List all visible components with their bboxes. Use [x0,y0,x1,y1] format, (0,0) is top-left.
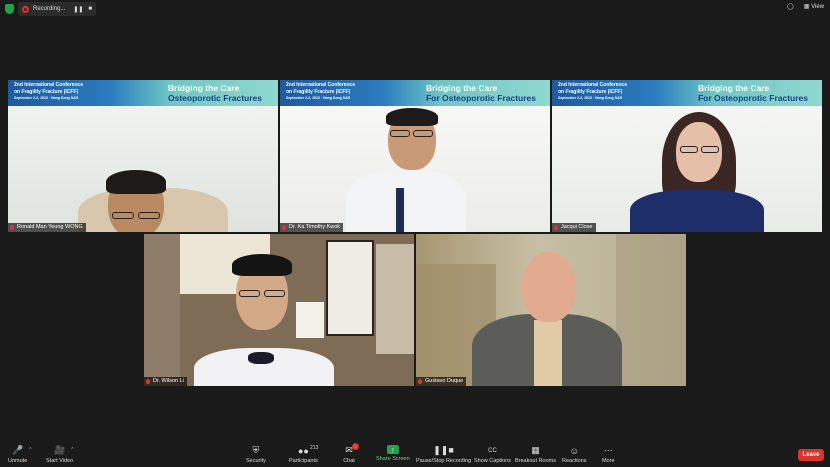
security-label: Security [246,458,266,464]
banner-conference-text: 2nd International Conference on Fragilit… [14,82,114,102]
banner-title: Bridging the Care For Osteoporotic Fract… [698,83,808,103]
participant-name-tag: Ronald Man Yeung WONG [8,223,86,232]
banner-title-line2: Osteoporotic Fractures [168,93,262,103]
view-label: View [811,4,824,10]
banner-conference-text: 2nd International Conference on Fragilit… [558,82,658,102]
participant-name: Jacqui Close [561,224,593,230]
meeting-toolbar: 🎤 ^ Unmute 🎥 ^ Start Video ⛨ Security ●● 21… [0,443,830,467]
chevron-up-icon[interactable]: ^ [29,447,31,453]
top-bar: Recording... ❚❚ ■ ◯ ▦ View [0,0,830,18]
conference-banner: 2nd International Conference on Fragilit… [280,80,550,106]
muted-microphone-icon: 🎤 ^ [12,445,32,455]
banner-conf-line3: September 2-3, 2023 · Hong Kong SAR [286,96,351,100]
muted-mic-icon [146,379,150,384]
banner-title-line1: Bridging the Care [425,83,498,93]
share-screen-button[interactable]: ↑ Share Screen [376,445,410,463]
chat-button[interactable]: ✉ 1 Chat [343,443,359,464]
breakout-rooms-icon: ▦ [531,445,540,455]
banner-title: Bridging the Care Osteoporotic Fractures [168,83,262,103]
share-screen-icon: ↑ [386,445,399,455]
conference-banner: 2nd International Conference on Fragilit… [8,80,278,106]
stop-recording-icon[interactable]: ■ [88,6,92,13]
banner-title-line2: For Osteoporotic Fractures [697,93,808,103]
banner-title-line1: Bridging the Care [697,83,770,93]
banner-conf-line3: September 2-3, 2023 · Hong Kong SAR [14,96,79,100]
breakout-rooms-label: Breakout Rooms [515,458,556,464]
chat-icon: ✉ 1 [343,443,359,456]
participant-name: Gustavo Duque [425,378,464,384]
reactions-button[interactable]: ☺ Reactions [562,445,587,465]
muted-mic-icon [282,225,286,230]
participant-name-tag: Dr. Wilson Li [144,377,187,386]
pause-stop-recording-button[interactable]: ❚❚■ Pause/Stop Recording [416,445,471,464]
participant-name: Ronald Man Yeung WONG [17,224,83,230]
unmute-button[interactable]: 🎤 ^ Unmute [8,445,32,464]
pause-recording-icon[interactable]: ❚❚ [73,6,83,13]
video-tile-3[interactable]: 2nd International Conference on Fragilit… [552,80,822,232]
captions-icon: CC [488,447,497,454]
participants-label: Participants [289,458,318,464]
video-tile-5[interactable]: Gustavo Duque [416,234,686,386]
banner-conference-text: 2nd International Conference on Fragilit… [286,82,386,102]
participants-icon: ●● 213 [297,445,319,456]
muted-mic-icon [10,225,14,230]
recording-icon [22,5,29,13]
show-captions-button[interactable]: CC Show Captions [474,445,511,465]
unmute-label: Unmute [8,458,28,464]
share-screen-label: Share Screen [376,456,410,462]
recording-indicator: Recording... ❚❚ ■ [18,2,96,16]
banner-title-line2: For Osteoporotic Fractures [425,93,536,103]
participant-name-tag: Dr. Ka Timothy Kwok [280,223,344,232]
conference-banner: 2nd International Conference on Fragilit… [552,80,822,106]
recording-controls-label: Pause/Stop Recording [416,458,472,464]
chat-badge: 1 [352,443,359,450]
video-tile-2[interactable]: 2nd International Conference on Fragilit… [280,80,550,232]
video-tile-1[interactable]: 2nd International Conference on Fragilit… [8,80,278,232]
more-label: More [602,458,615,464]
banner-title-line1: Bridging the Care [168,83,240,93]
participants-button[interactable]: ●● 213 Participants [289,445,318,464]
reactions-icon: ☺ [569,445,579,456]
reactions-label: Reactions [562,458,587,464]
participant-name-tag: Gustavo Duque [416,377,467,386]
participant-name: Dr. Ka Timothy Kwok [289,224,341,230]
recording-controls-icon: ❚❚■ [433,445,454,455]
view-button[interactable]: ▦ View [804,3,824,10]
muted-mic-icon [418,379,422,384]
chevron-up-icon[interactable]: ^ [71,447,73,453]
recording-label: Recording... [33,6,66,12]
more-icon: ⋯ [603,445,613,455]
start-video-label: Start Video [46,458,74,464]
video-tile-4[interactable]: Dr. Wilson Li [144,234,414,386]
security-button[interactable]: ⛨ Security [246,445,266,464]
captions-label: Show Captions [474,458,511,464]
participants-count: 213 [310,445,319,451]
breakout-rooms-button[interactable]: ▦ Breakout Rooms [515,445,556,464]
banner-title: Bridging the Care For Osteoporotic Fract… [426,83,536,103]
security-shield-icon[interactable] [5,4,14,14]
start-video-button[interactable]: 🎥 ^ Start Video [46,445,74,464]
shield-icon: ⛨ [252,445,260,455]
muted-mic-icon [554,225,558,230]
chat-label: Chat [343,458,355,464]
more-button[interactable]: ⋯ More [602,445,615,464]
speaker-view-icon[interactable]: ◯ [787,3,794,10]
participant-name: Dr. Wilson Li [153,378,184,384]
leave-button[interactable]: Leave [798,449,824,461]
participant-name-tag: Jacqui Close [552,223,596,232]
video-off-icon: 🎥 ^ [53,445,74,455]
banner-conf-line3: September 2-3, 2023 · Hong Kong SAR [558,96,623,100]
